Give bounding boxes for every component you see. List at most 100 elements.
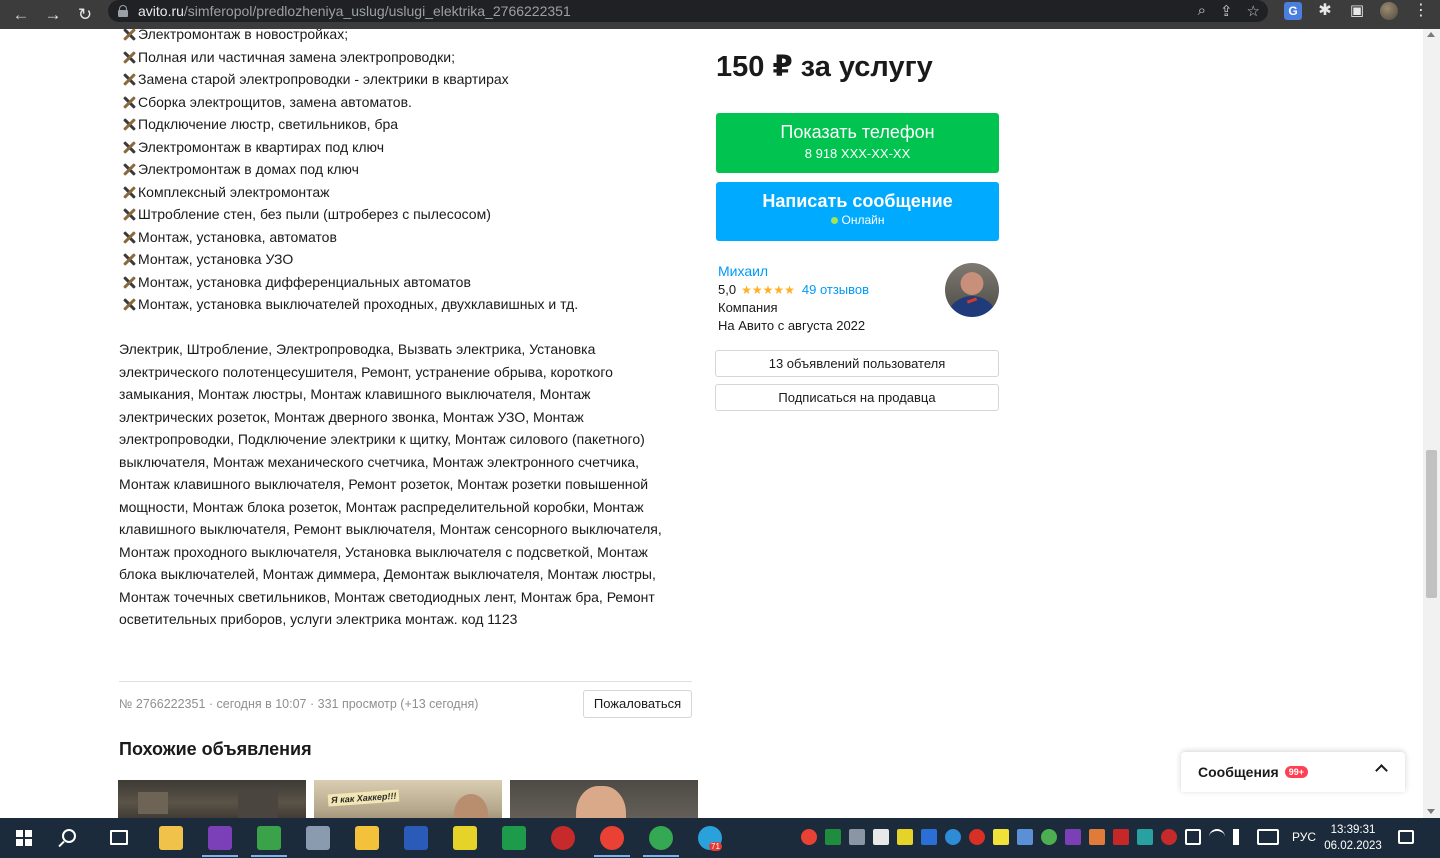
feature-item: Сборка электрощитов, замена автоматов.: [119, 91, 699, 114]
file-explorer-doc-icon[interactable]: [159, 826, 183, 850]
seller-avatar[interactable]: [945, 263, 999, 317]
listing-meta: № 2766222351 · сегодня в 10:07 · 331 про…: [119, 697, 479, 711]
scroll-up-icon[interactable]: [1427, 32, 1435, 37]
tools-icon: [119, 161, 138, 177]
write-message-button[interactable]: Написать сообщение Онлайн: [716, 182, 999, 241]
windows-start-icon[interactable]: [16, 830, 32, 846]
forward-icon[interactable]: →: [43, 5, 63, 25]
feature-text: Сборка электрощитов, замена автоматов.: [138, 93, 412, 110]
messages-badge: 99+: [1284, 766, 1308, 778]
feature-item: Монтаж, установка УЗО: [119, 248, 699, 271]
tools-icon: [119, 274, 138, 290]
tray-app2-icon[interactable]: [1161, 829, 1177, 845]
chrome-profile-icon[interactable]: [649, 826, 673, 850]
tray-onenote-icon[interactable]: [1065, 829, 1081, 845]
wifi-icon[interactable]: [1209, 829, 1225, 845]
tray-yellow-icon[interactable]: [993, 829, 1009, 845]
app-red-icon[interactable]: [551, 826, 575, 850]
folder-icon[interactable]: [355, 826, 379, 850]
tray-green-icon[interactable]: [1041, 829, 1057, 845]
tray-chrome-icon[interactable]: [801, 829, 817, 845]
back-icon[interactable]: ←: [11, 5, 31, 25]
reload-icon[interactable]: ↻: [75, 5, 95, 25]
messages-widget[interactable]: Сообщения 99+: [1181, 752, 1405, 792]
chrome-icon[interactable]: [600, 826, 624, 850]
onenote-icon[interactable]: [208, 826, 232, 850]
feature-item: Штробление стен, без пыли (штроберез с п…: [119, 203, 699, 226]
feature-item: Монтаж, установка, автоматов: [119, 226, 699, 249]
seller-since: На Авито с августа 2022: [718, 318, 866, 333]
sheets-icon[interactable]: [502, 826, 526, 850]
browser-menu-icon[interactable]: ⋮: [1412, 2, 1430, 20]
tray-power-icon[interactable]: [1185, 829, 1201, 845]
feature-item: Монтаж, установка дифференциальных автом…: [119, 271, 699, 294]
tray-snip-icon[interactable]: [921, 829, 937, 845]
side-panel-icon[interactable]: ▣: [1348, 2, 1366, 20]
subscribe-button[interactable]: Подписаться на продавца: [715, 384, 999, 411]
clock[interactable]: 13:39:31 06.02.2023: [1322, 822, 1384, 854]
keyboard-icon[interactable]: [1257, 829, 1279, 845]
spreadsheet-app-icon[interactable]: [257, 826, 281, 850]
windows-taskbar: 71 РУС 13:39:31 06.02.2023: [0, 818, 1440, 858]
seller-type: Компания: [718, 300, 778, 315]
notification-icon[interactable]: [1398, 830, 1414, 844]
language-indicator[interactable]: РУС: [1292, 830, 1316, 844]
extensions-puzzle-icon[interactable]: ✱: [1316, 2, 1334, 20]
user-ads-button[interactable]: 13 объявлений пользователя: [715, 350, 999, 377]
zoom-icon[interactable]: ⌕: [1198, 2, 1206, 20]
url-text[interactable]: avito.ru/simferopol/predlozheniya_uslug/…: [138, 3, 571, 19]
tray-window-icon[interactable]: [1017, 829, 1033, 845]
thumb-caption: Я как Хаккер!!!: [327, 789, 400, 807]
google-translate-icon[interactable]: G: [1284, 2, 1302, 20]
clock-date: 06.02.2023: [1324, 840, 1382, 852]
tools-icon: [119, 94, 138, 110]
features-list: Электромонтаж в новостройках; Полная или …: [119, 29, 699, 316]
tray-monitor-icon[interactable]: [849, 829, 865, 845]
similar-listings: Я как Хаккер!!!: [118, 780, 698, 818]
profile-avatar-icon[interactable]: [1380, 2, 1398, 20]
feature-text: Монтаж, установка дифференциальных автом…: [138, 273, 471, 290]
tray-shield-icon[interactable]: [825, 829, 841, 845]
similar-listing-thumb[interactable]: Я как Хаккер!!!: [314, 780, 502, 818]
chevron-up-icon[interactable]: [1375, 764, 1388, 777]
scroll-thumb[interactable]: [1426, 450, 1437, 598]
tray-app-icon[interactable]: [945, 829, 961, 845]
tools-icon: [119, 229, 138, 245]
feature-item: Электромонтаж в новостройках;: [119, 29, 699, 46]
similar-listing-thumb[interactable]: [510, 780, 698, 818]
clock-time: 13:39:31: [1330, 824, 1376, 836]
similar-listing-thumb[interactable]: [118, 780, 306, 818]
tray-red-icon[interactable]: [969, 829, 985, 845]
bookmark-star-icon[interactable]: ☆: [1247, 2, 1260, 20]
reviews-link[interactable]: 49 отзывов: [802, 282, 869, 297]
address-bar[interactable]: avito.ru/simferopol/predlozheniya_uslug/…: [108, 0, 1268, 22]
similar-listings-title: Похожие объявления: [119, 739, 312, 759]
tools-icon: [119, 251, 138, 267]
tray-fx-icon[interactable]: [1137, 829, 1153, 845]
rating-value: 5,0: [718, 282, 737, 297]
extensions-area: G ✱ ▣ ⋮: [1284, 2, 1430, 20]
system-tool-icon[interactable]: [306, 826, 330, 850]
feature-text: Подключение люстр, светильников, бра: [138, 116, 399, 133]
tray-doc-icon[interactable]: [873, 829, 889, 845]
feature-text: Монтаж, установка выключателей проходных…: [138, 296, 579, 313]
tray-triangle-icon[interactable]: [1113, 829, 1129, 845]
word-icon[interactable]: [404, 826, 428, 850]
tray-notes-icon[interactable]: [897, 829, 913, 845]
sticky-notes-icon[interactable]: [453, 826, 477, 850]
write-message-label: Написать сообщение: [762, 191, 953, 211]
task-view-icon[interactable]: [110, 830, 128, 845]
tray-orange-icon[interactable]: [1089, 829, 1105, 845]
search-icon[interactable]: [62, 829, 76, 843]
address-bar-actions: ⌕ ⇪ ☆: [1198, 2, 1260, 20]
active-app-indicator: [594, 855, 630, 857]
scroll-down-icon[interactable]: [1427, 809, 1435, 814]
page-content: Электромонтаж в новостройках; Полная или …: [0, 29, 1423, 818]
feature-item: Комплексный электромонтаж: [119, 181, 699, 204]
report-button[interactable]: Пожаловаться: [583, 690, 692, 718]
seller-name[interactable]: Михаил: [718, 263, 768, 279]
page-scrollbar[interactable]: [1423, 29, 1440, 818]
share-icon[interactable]: ⇪: [1220, 2, 1233, 20]
volume-icon[interactable]: [1233, 829, 1243, 845]
show-phone-button[interactable]: Показать телефон 8 918 XXX-XX-XX: [716, 113, 999, 173]
